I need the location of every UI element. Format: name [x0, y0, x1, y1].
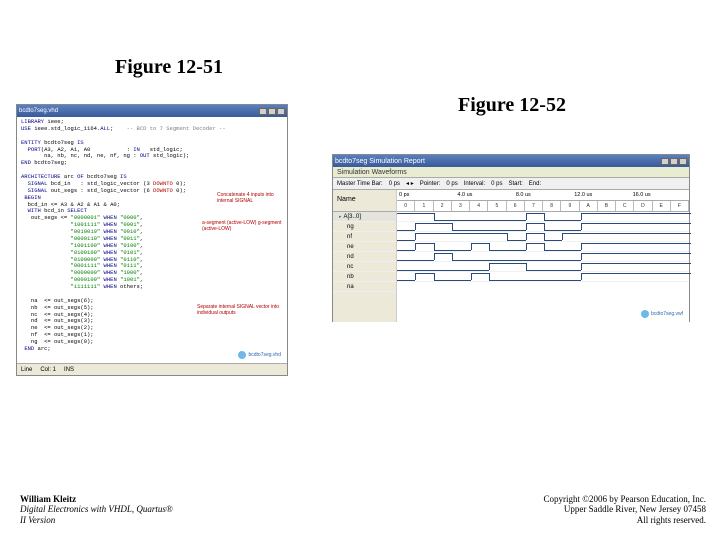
info-interval-value: 0 ps — [491, 181, 502, 187]
editor-titlebar[interactable]: bcdto7seg.vhd — [17, 105, 287, 117]
bus-value-cell: 6 — [507, 201, 525, 211]
waveform-row — [397, 212, 689, 222]
maximize-icon[interactable] — [268, 108, 276, 115]
status-col: Col: 1 — [40, 367, 56, 373]
sim-subheader: Simulation Waveforms — [333, 167, 689, 178]
signal-row[interactable]: nb — [333, 272, 396, 282]
info-master-value: 0 ps — [389, 181, 400, 187]
time-tick: 12.0 us — [572, 192, 630, 198]
annotation-segments: a-segment (active-LOW) g-segment (active… — [202, 221, 287, 232]
signal-row-bus[interactable]: A[3..0] — [333, 212, 396, 222]
signal-name-column: Name A[3..0]ngnfnendncnbna — [333, 190, 397, 322]
minimize-icon[interactable] — [259, 108, 267, 115]
status-mode: INS — [64, 367, 74, 373]
bus-value-cell: 4 — [470, 201, 488, 211]
waveform-row — [397, 272, 689, 282]
bus-value-cell: C — [616, 201, 634, 211]
time-tick: 8.0 us — [514, 192, 572, 198]
name-header: Name — [333, 190, 396, 209]
waveform-row — [397, 242, 689, 252]
bus-value-cell: 3 — [452, 201, 470, 211]
footer-copyright: Copyright ©2006 by Pearson Education, In… — [543, 494, 706, 526]
bus-value-cell: 7 — [525, 201, 543, 211]
info-master-label: Master Time Bar: — [337, 181, 383, 187]
time-tick: 4.0 us — [455, 192, 513, 198]
close-icon[interactable] — [277, 108, 285, 115]
logo-icon — [238, 351, 246, 359]
annotation-separate: Separate internal SIGNAL vector into ind… — [197, 305, 287, 316]
minimize-icon[interactable] — [661, 158, 669, 165]
annotation-concat: Concatenate 4 inputs into internal SIGNA… — [217, 193, 287, 204]
footer-author-block: William Kleitz Digital Electronics with … — [20, 494, 173, 526]
editor-window: bcdto7seg.vhd LIBRARY ieee; USE ieee.std… — [16, 104, 288, 376]
figure-2-title: Figure 12-52 — [458, 94, 566, 117]
signal-row[interactable]: ng — [333, 222, 396, 232]
bus-value-cell: 1 — [415, 201, 433, 211]
signal-row[interactable]: nf — [333, 232, 396, 242]
logo-icon — [641, 310, 649, 318]
waveform-row — [397, 262, 689, 272]
bus-value-cell: 8 — [543, 201, 561, 211]
editor-statusbar: Line Col: 1 INS — [17, 363, 287, 375]
close-icon[interactable] — [679, 158, 687, 165]
editor-badge: bcdto7seg.vhd — [238, 351, 281, 359]
figure-1-title: Figure 12-51 — [115, 56, 223, 79]
info-pointer-label: Pointer: — [420, 181, 441, 187]
time-tick: 16.0 us — [631, 192, 689, 198]
signal-row[interactable]: nc — [333, 262, 396, 272]
signal-row[interactable]: nd — [333, 252, 396, 262]
maximize-icon[interactable] — [670, 158, 678, 165]
bus-value-cell: 9 — [561, 201, 579, 211]
sim-title: bcdto7seg Simulation Report — [335, 158, 660, 165]
info-pointer-value: 0 ps — [446, 181, 457, 187]
book-title-2: II Version — [20, 515, 173, 526]
waveform-row — [397, 232, 689, 242]
sim-badge: bcdto7seg.vwf — [641, 310, 683, 318]
waveform-row — [397, 252, 689, 262]
sim-infobar: Master Time Bar: 0 ps ◂ ▸ Pointer: 0 ps … — [333, 178, 689, 190]
waveform-body[interactable]: 0 ps4.0 us8.0 us12.0 us16.0 us 012345678… — [397, 190, 689, 322]
signal-row[interactable]: na — [333, 282, 396, 292]
bus-value-cell: 0 — [397, 201, 415, 211]
book-title-1: Digital Electronics with VHDL, Quartus® — [20, 504, 173, 515]
bus-value-cell: D — [634, 201, 652, 211]
bus-value-cell: E — [653, 201, 671, 211]
copyright-line-2: Upper Saddle River, New Jersey 07458 — [543, 504, 706, 515]
sim-titlebar[interactable]: bcdto7seg Simulation Report — [333, 155, 689, 167]
copyright-line-3: All rights reserved. — [543, 515, 706, 526]
author-name: William Kleitz — [20, 494, 173, 505]
bus-value-row: 0123456789ABCDEF — [397, 201, 689, 212]
waveform-area[interactable]: Name A[3..0]ngnfnendncnbna 0 ps4.0 us8.0… — [333, 190, 689, 322]
time-tick: 0 ps — [397, 192, 455, 198]
info-interval-label: Interval: — [464, 181, 485, 187]
signal-row[interactable]: ne — [333, 242, 396, 252]
code-area[interactable]: LIBRARY ieee; USE ieee.std_logic_1164.AL… — [17, 117, 287, 363]
info-end-label: End: — [529, 181, 541, 187]
editor-title: bcdto7seg.vhd — [19, 108, 258, 114]
time-axis: 0 ps4.0 us8.0 us12.0 us16.0 us — [397, 190, 689, 201]
bus-value-cell: B — [598, 201, 616, 211]
bus-value-cell: 5 — [488, 201, 506, 211]
bus-value-cell: F — [671, 201, 689, 211]
simulation-window: bcdto7seg Simulation Report Simulation W… — [332, 154, 690, 322]
status-line: Line — [21, 367, 32, 373]
bus-value-cell: 2 — [434, 201, 452, 211]
copyright-line-1: Copyright ©2006 by Pearson Education, In… — [543, 494, 706, 505]
info-start-label: Start: — [508, 181, 522, 187]
bus-value-cell: A — [580, 201, 598, 211]
waveform-row — [397, 222, 689, 232]
